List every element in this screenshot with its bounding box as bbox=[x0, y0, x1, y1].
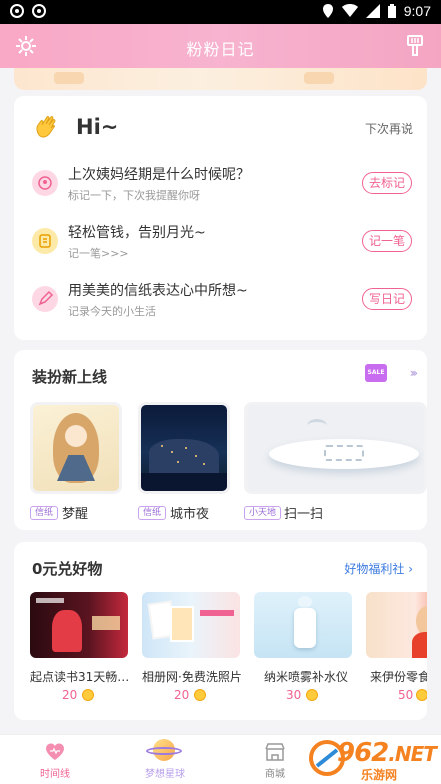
gift-thumbnail[interactable] bbox=[30, 592, 128, 658]
task-title: 轻松管钱，告别月光~ bbox=[68, 225, 206, 241]
period-icon bbox=[32, 170, 58, 196]
dress-up-section: 装扮新上线 SALE ››› 信纸 梦醒 信纸 城市夜 小天地 扫一扫 bbox=[14, 350, 427, 530]
gift-price: 30 bbox=[286, 688, 302, 702]
write-diary-button[interactable]: 写日记 bbox=[362, 288, 412, 310]
welfare-link[interactable]: 好物福利社 › bbox=[344, 560, 413, 577]
task-title: 上次姨妈经期是什么时候呢？ bbox=[68, 167, 250, 183]
task-period[interactable]: 上次姨妈经期是什么时候呢？ 标记一下，下次我提醒你呀 去标记 bbox=[32, 162, 412, 206]
wifi-icon bbox=[341, 4, 358, 17]
coin-icon bbox=[416, 689, 427, 701]
task-money[interactable]: 轻松管钱，告别月光~ 记一笔>>> 记一笔 bbox=[32, 220, 412, 264]
site-watermark: 962.NET 乐游网 bbox=[301, 734, 441, 784]
watermark-number: 962.NET bbox=[337, 738, 437, 768]
task-subtitle: 标记一下，下次我提醒你呀 bbox=[68, 189, 200, 202]
dress-tag: 小天地 bbox=[244, 506, 282, 520]
dress-name: 城市夜 bbox=[170, 507, 210, 522]
signal-icon bbox=[365, 4, 380, 18]
money-icon bbox=[32, 228, 58, 254]
dress-thumbnail[interactable] bbox=[244, 402, 427, 494]
gift-thumbnail[interactable] bbox=[366, 592, 427, 658]
dismiss-link[interactable]: 下次再说 bbox=[365, 120, 413, 137]
watermark-site: 乐游网 bbox=[361, 768, 398, 782]
dress-item-city-night[interactable]: 信纸 城市夜 bbox=[138, 402, 230, 522]
gift-price: 20 bbox=[174, 688, 190, 702]
sync-icon bbox=[10, 4, 24, 18]
task-diary[interactable]: 用美美的信纸表达心中所想~ 记录今天的小生活 写日记 bbox=[32, 278, 412, 322]
free-gifts-section: 0元兑好物 好物福利社 › 起点读书31天畅… 20 相册网·免费洗照片 20 … bbox=[14, 542, 427, 720]
clock: 9:07 bbox=[403, 3, 431, 19]
coin-icon bbox=[194, 689, 206, 701]
gift-name: 相册网·免费洗照片 bbox=[142, 670, 242, 684]
greeting-card: Hi~ 下次再说 上次姨妈经期是什么时候呢？ 标记一下，下次我提醒你呀 去标记 … bbox=[14, 96, 427, 340]
gift-item[interactable]: 来伊份零食 50 bbox=[366, 592, 427, 712]
wave-hand-icon bbox=[36, 116, 56, 138]
dress-tag: 信纸 bbox=[30, 506, 59, 520]
more-arrows-icon[interactable]: ››› bbox=[410, 366, 419, 380]
gift-thumbnail[interactable] bbox=[142, 592, 240, 658]
gift-name: 来伊份零食 bbox=[370, 670, 427, 684]
gift-item[interactable]: 纳米喷雾补水仪 30 bbox=[254, 592, 354, 702]
dress-thumbnail[interactable] bbox=[138, 402, 230, 494]
location-icon bbox=[322, 4, 333, 18]
battery-icon bbox=[387, 4, 396, 18]
dress-name: 扫一扫 bbox=[284, 507, 324, 522]
task-subtitle: 记一笔>>> bbox=[68, 247, 129, 260]
gift-item[interactable]: 相册网·免费洗照片 20 bbox=[142, 592, 242, 702]
gift-price: 50 bbox=[398, 688, 414, 702]
dress-name: 梦醒 bbox=[62, 507, 89, 522]
dress-thumbnail[interactable] bbox=[30, 402, 122, 494]
gift-name: 起点读书31天畅… bbox=[30, 670, 130, 684]
heart-icon bbox=[46, 743, 64, 760]
sync-icon bbox=[32, 4, 46, 18]
gift-price: 20 bbox=[62, 688, 78, 702]
page-title: 粉粉日记 bbox=[186, 40, 255, 59]
coin-icon bbox=[82, 689, 94, 701]
task-subtitle: 记录今天的小生活 bbox=[68, 305, 156, 318]
sale-badge[interactable]: SALE bbox=[365, 364, 387, 382]
dress-item-scan[interactable]: 小天地 扫一扫 bbox=[244, 402, 427, 522]
mark-button[interactable]: 去标记 bbox=[362, 172, 412, 194]
gift-name: 纳米喷雾补水仪 bbox=[264, 670, 349, 684]
dress-tag: 信纸 bbox=[138, 506, 167, 520]
dress-item-dream[interactable]: 信纸 梦醒 bbox=[30, 402, 122, 522]
pen-icon bbox=[32, 286, 58, 312]
task-title: 用美美的信纸表达心中所想~ bbox=[68, 283, 248, 299]
welfare-link-label: 好物福利社 bbox=[344, 562, 405, 576]
nav-dream-planet[interactable]: 梦想星球 bbox=[110, 735, 220, 784]
greeting-text: Hi~ bbox=[76, 115, 119, 139]
shop-icon bbox=[265, 743, 285, 761]
section-title: 装扮新上线 bbox=[32, 368, 108, 386]
status-bar: 9:07 bbox=[0, 0, 441, 24]
banner-strip[interactable] bbox=[14, 68, 427, 90]
record-button[interactable]: 记一笔 bbox=[362, 230, 412, 252]
planet-icon bbox=[146, 737, 182, 765]
nav-timeline[interactable]: 时间线 bbox=[0, 735, 110, 784]
coin-icon bbox=[306, 689, 318, 701]
brush-icon[interactable] bbox=[403, 34, 427, 58]
app-header: 粉粉日记 bbox=[0, 24, 441, 68]
nav-label: 时间线 bbox=[40, 769, 70, 780]
section-title: 0元兑好物 bbox=[32, 560, 103, 578]
gift-thumbnail[interactable] bbox=[254, 592, 352, 658]
gift-item[interactable]: 起点读书31天畅… 20 bbox=[30, 592, 130, 702]
nav-label: 梦想星球 bbox=[145, 769, 185, 780]
